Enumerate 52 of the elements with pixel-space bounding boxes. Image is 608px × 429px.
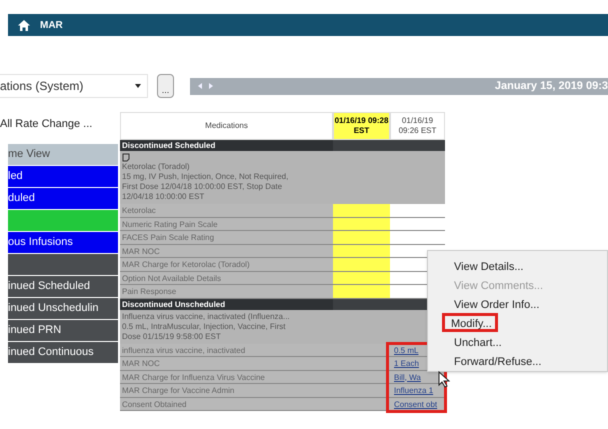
column-header[interactable]: 01/16/19 09:26 EST <box>390 112 445 140</box>
note-icon <box>122 153 130 162</box>
date-text: January 15, 2019 09:3 <box>494 78 608 94</box>
view-item[interactable]: inued PRN <box>8 320 118 341</box>
section-title: Discontinued Unscheduled <box>120 298 333 310</box>
result-label: Pain Response <box>120 285 333 298</box>
view-item[interactable]: inued Continuous <box>8 342 118 363</box>
column-header[interactable]: 01/16/19 09:28 EST <box>333 112 390 140</box>
view-item[interactable]: inued Unschedulin <box>8 298 118 319</box>
result-label: FACES Pain Scale Rating <box>120 231 333 244</box>
home-icon[interactable] <box>18 20 30 30</box>
table-cell[interactable] <box>333 272 390 284</box>
table-cell[interactable] <box>333 244 390 257</box>
table-cell[interactable] <box>333 231 390 244</box>
next-icon[interactable] <box>207 82 215 90</box>
view-item[interactable]: inued Scheduled <box>8 276 118 297</box>
view-item[interactable]: ous Infusions <box>8 232 118 253</box>
section-title: Discontinued Scheduled <box>120 140 333 151</box>
menu-item[interactable]: Forward/Refuse... <box>448 351 548 370</box>
result-label: Ketorolac <box>120 204 333 216</box>
column-header[interactable]: Medications <box>120 112 333 140</box>
menu-item[interactable]: Modify... <box>442 313 498 332</box>
table-cell[interactable] <box>333 357 390 370</box>
result-label: MAR NOC <box>120 244 333 257</box>
table-cell[interactable] <box>333 285 390 298</box>
cursor-icon <box>438 371 450 388</box>
table-cell[interactable] <box>333 204 390 216</box>
result-label: Option Not Available Details <box>120 272 333 284</box>
menu-item[interactable]: Unchart... <box>448 332 508 351</box>
result-label: MAR Charge for Influenza Virus Vaccine <box>120 370 333 383</box>
result-label: Consent Obtained <box>120 398 333 410</box>
menu-item[interactable]: View Details... <box>448 256 530 275</box>
menu-item[interactable]: View Order Info... <box>448 294 546 313</box>
more-button[interactable]: ... <box>157 74 174 98</box>
header-title: MAR <box>40 18 63 32</box>
previous-icon[interactable] <box>196 82 204 90</box>
view-label: All Rate Change ... <box>0 117 94 132</box>
result-label: influenza virus vaccine, inactivated <box>120 344 333 356</box>
result-label: MAR NOC <box>120 357 333 370</box>
view-item[interactable]: me View <box>8 144 118 165</box>
table-cell[interactable] <box>333 218 390 230</box>
table-cell[interactable]: Consent obt <box>390 398 445 410</box>
caret-icon <box>135 84 141 88</box>
table-cell[interactable]: Influenza 1 <box>390 384 445 396</box>
result-label: MAR Charge for Ketorolac (Toradol) <box>120 258 333 270</box>
view-item[interactable]: led <box>8 166 118 187</box>
view-item[interactable]: duled <box>8 188 118 209</box>
table-cell[interactable] <box>333 384 390 396</box>
filter-dropdown[interactable]: ations (System) <box>0 74 148 98</box>
result-label: Numeric Rating Pain Scale <box>120 218 333 230</box>
table-cell[interactable] <box>333 258 390 270</box>
result-label: MAR Charge for Vaccine Admin <box>120 384 333 396</box>
